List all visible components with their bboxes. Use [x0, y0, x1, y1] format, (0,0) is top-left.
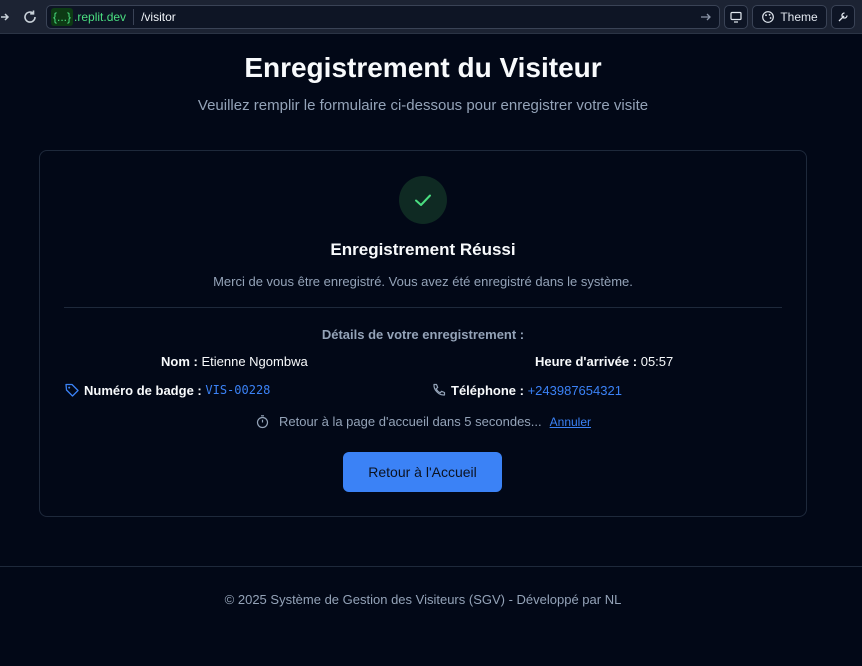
name-value: Etienne Ngombwa	[201, 354, 308, 369]
redirect-countdown: Retour à la page d'accueil dans 5 second…	[40, 414, 806, 429]
forward-icon[interactable]	[0, 9, 10, 25]
countdown-text: Retour à la page d'accueil dans 5 second…	[278, 414, 542, 429]
host-suffix: .replit.dev	[74, 10, 127, 24]
registration-success-card: Enregistrement Réussi Merci de vous être…	[39, 150, 807, 517]
detail-arrival: Heure d'arrivée : 05:57	[535, 354, 673, 369]
wrench-icon	[838, 12, 848, 22]
success-check-icon	[399, 176, 447, 224]
detail-phone: Téléphone : +243987654321	[431, 382, 622, 398]
phone-label: Téléphone :	[451, 382, 524, 398]
url-separator	[133, 9, 135, 25]
page-title: Enregistrement du Visiteur	[244, 52, 602, 83]
badge-value: VIS-00228	[205, 383, 271, 397]
phone-icon	[433, 383, 446, 396]
screen-button[interactable]	[724, 5, 748, 29]
reload-icon[interactable]	[21, 8, 39, 26]
devtools-button[interactable]	[831, 5, 855, 29]
divider	[64, 307, 782, 308]
detail-badge: Numéro de badge : VIS-00228	[64, 382, 270, 398]
footer-divider	[0, 566, 862, 567]
host-badge: {...}	[51, 8, 74, 26]
tag-icon	[65, 383, 79, 397]
details-heading: Détails de votre enregistrement :	[321, 327, 525, 342]
badge-label: Numéro de badge :	[84, 382, 202, 398]
arrival-value: 05:57	[640, 354, 674, 369]
theme-label: Theme	[780, 10, 818, 24]
browser-toolbar: {...} .replit.dev /visitor Theme	[0, 0, 862, 34]
page-subtitle: Veuillez remplir le formulaire ci-dessou…	[197, 97, 649, 114]
address-bar[interactable]: {...} .replit.dev /visitor	[46, 5, 720, 29]
phone-value: +243987654321	[527, 382, 622, 398]
home-button[interactable]: Retour à l'Accueil	[343, 452, 502, 492]
timer-icon	[256, 415, 269, 429]
url-path: /visitor	[141, 10, 176, 24]
cancel-link[interactable]: Annuler	[550, 415, 591, 429]
detail-name: Nom : Etienne Ngombwa	[161, 354, 308, 369]
palette-icon	[762, 11, 775, 23]
footer-text: © 2025 Système de Gestion des Visiteurs …	[224, 592, 622, 607]
arrow-right-icon[interactable]	[699, 10, 713, 24]
name-label: Nom :	[161, 354, 198, 369]
arrival-label: Heure d'arrivée :	[535, 354, 638, 369]
success-title: Enregistrement Réussi	[330, 240, 516, 259]
theme-button[interactable]: Theme	[752, 5, 827, 29]
success-message: Merci de vous être enregistré. Vous avez…	[213, 274, 633, 289]
monitor-icon	[730, 11, 742, 23]
